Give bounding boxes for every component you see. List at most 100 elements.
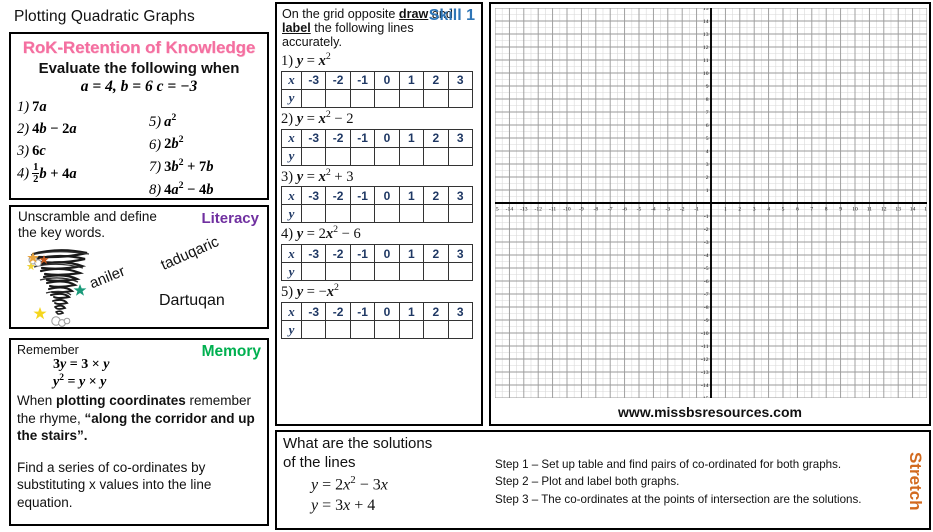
coordinate-grid[interactable]: -15-14-13-12-11-10-9-8-7-6-5-4-3-2-11234… <box>495 8 927 398</box>
y-cell-blank[interactable] <box>447 204 474 224</box>
svg-text:-12: -12 <box>534 207 542 213</box>
skill-num-3: 3) <box>281 168 294 185</box>
skill-item-2: 2) y = x2 − 2 x -3 -2 -1 0 1 2 3 y <box>277 109 481 166</box>
table-row-x: x -3 -2 -1 0 1 2 3 <box>281 128 474 148</box>
x-cell: 1 <box>398 70 425 90</box>
y-cell-blank[interactable] <box>374 146 400 166</box>
y-cell-blank[interactable] <box>325 146 351 166</box>
stretch-steps: Step 1 – Set up table and find pairs of … <box>495 456 895 508</box>
y-cell-blank[interactable] <box>423 88 449 108</box>
row-label-x: x <box>281 128 302 148</box>
y-cell-blank[interactable] <box>447 146 474 166</box>
y-cell-blank[interactable] <box>349 204 376 224</box>
y-cell-blank[interactable] <box>447 320 474 340</box>
y-cell-blank[interactable] <box>300 204 327 224</box>
svg-text:-10: -10 <box>563 207 571 213</box>
y-cell-blank[interactable] <box>325 88 351 108</box>
memory-heading: Memory <box>201 343 261 360</box>
svg-text:-13: -13 <box>520 207 528 213</box>
y-cell-blank[interactable] <box>374 320 400 340</box>
xy-table-1[interactable]: x -3 -2 -1 0 1 2 3 y <box>281 70 474 108</box>
svg-text:13: 13 <box>703 32 709 38</box>
xy-table-5[interactable]: x -3 -2 -1 0 1 2 3 y <box>281 302 474 340</box>
xy-table-2[interactable]: x -3 -2 -1 0 1 2 3 y <box>281 128 474 166</box>
skill-equation-2: 2) y = x2 − 2 <box>281 108 354 127</box>
x-cell: -1 <box>349 302 376 322</box>
y-cell-blank[interactable] <box>423 204 449 224</box>
svg-text:-8: -8 <box>704 305 709 311</box>
svg-text:-1: -1 <box>694 207 699 213</box>
y-cell-blank[interactable] <box>325 262 351 282</box>
left-column: Plotting Quadratic Graphs RoK-Retention … <box>0 0 274 532</box>
table-row-x: x -3 -2 -1 0 1 2 3 <box>281 244 474 264</box>
y-cell-blank[interactable] <box>374 88 400 108</box>
skill-item-3: 3) y = x2 + 3 x -3 -2 -1 0 1 2 3 y <box>277 167 481 224</box>
skill-item-1: 1) y = x2 x -3 -2 -1 0 1 2 3 y <box>277 51 481 108</box>
svg-text:-15: -15 <box>701 396 709 398</box>
xy-table-4[interactable]: x -3 -2 -1 0 1 2 3 y <box>281 244 474 282</box>
skill-equation-1: 1) y = x2 <box>281 50 331 69</box>
y-cell-blank[interactable] <box>398 88 425 108</box>
x-cell: 1 <box>398 128 425 148</box>
x-cell: 0 <box>374 70 400 90</box>
skill-panel: Skill 1 On the grid opposite draw and la… <box>275 2 483 426</box>
svg-text:-12: -12 <box>701 357 709 363</box>
y-cell-blank[interactable] <box>300 146 327 166</box>
memory-tail: Find a series of co-ordinates by substit… <box>17 459 212 510</box>
xy-table-3[interactable]: x -3 -2 -1 0 1 2 3 y <box>281 186 474 224</box>
graph-panel: -15-14-13-12-11-10-9-8-7-6-5-4-3-2-11234… <box>489 2 931 426</box>
y-cell-blank[interactable] <box>447 88 474 108</box>
y-cell-blank[interactable] <box>398 320 425 340</box>
row-label-y: y <box>281 320 302 340</box>
x-cell: -2 <box>325 128 351 148</box>
y-cell-blank[interactable] <box>325 320 351 340</box>
rok-question-1: 1) 7a <box>17 99 47 115</box>
y-cell-blank[interactable] <box>423 262 449 282</box>
x-cell: 2 <box>423 244 449 264</box>
y-cell-blank[interactable] <box>423 320 449 340</box>
x-cell: 1 <box>398 302 425 322</box>
svg-text:2: 2 <box>706 175 709 181</box>
y-cell-blank[interactable] <box>300 88 327 108</box>
y-cell-blank[interactable] <box>349 88 376 108</box>
y-cell-blank[interactable] <box>300 262 327 282</box>
svg-text:-8: -8 <box>593 207 598 213</box>
y-cell-blank[interactable] <box>374 204 400 224</box>
svg-text:14: 14 <box>910 207 916 213</box>
svg-text:12: 12 <box>703 45 709 51</box>
svg-text:-2: -2 <box>704 227 709 233</box>
x-cell: 0 <box>374 244 400 264</box>
svg-text:13: 13 <box>895 207 901 213</box>
memory-equation-2: y2 = y × y <box>53 372 107 390</box>
y-cell-blank[interactable] <box>349 262 376 282</box>
rok-questions: 1) 7a 2) 4b − 2a 3) 6c 4) 1 2 b + 4a 5) a2 6) 2b… <box>11 97 267 201</box>
skill-num-2: 2) <box>281 110 294 127</box>
x-cell: 0 <box>374 186 400 206</box>
svg-text:-11: -11 <box>549 207 556 213</box>
y-cell-blank[interactable] <box>398 204 425 224</box>
y-cell-blank[interactable] <box>349 146 376 166</box>
skill-item-4: 4) y = 2x2 − 6 x -3 -2 -1 0 1 2 3 y <box>277 224 481 282</box>
rok-question-8: 8) 4a2 − 4b <box>149 179 214 198</box>
y-cell-blank[interactable] <box>349 320 376 340</box>
table-row-y: y <box>281 262 474 282</box>
y-cell-blank[interactable] <box>325 204 351 224</box>
svg-text:-3: -3 <box>665 207 670 213</box>
x-cell: -2 <box>325 186 351 206</box>
svg-text:-11: -11 <box>701 344 708 350</box>
y-cell-blank[interactable] <box>398 146 425 166</box>
svg-text:3: 3 <box>706 162 709 168</box>
y-cell-blank[interactable] <box>300 320 327 340</box>
x-cell: 1 <box>398 244 425 264</box>
y-cell-blank[interactable] <box>398 262 425 282</box>
svg-text:2: 2 <box>738 207 741 213</box>
x-cell: 3 <box>447 70 474 90</box>
stretch-step-3: Step 3 – The co-ordinates at the points … <box>495 492 862 506</box>
y-cell-blank[interactable] <box>423 146 449 166</box>
svg-text:-14: -14 <box>506 207 514 213</box>
svg-text:6: 6 <box>796 207 799 213</box>
row-label-y: y <box>281 262 302 282</box>
y-cell-blank[interactable] <box>374 262 400 282</box>
x-cell: 0 <box>374 128 400 148</box>
y-cell-blank[interactable] <box>447 262 474 282</box>
